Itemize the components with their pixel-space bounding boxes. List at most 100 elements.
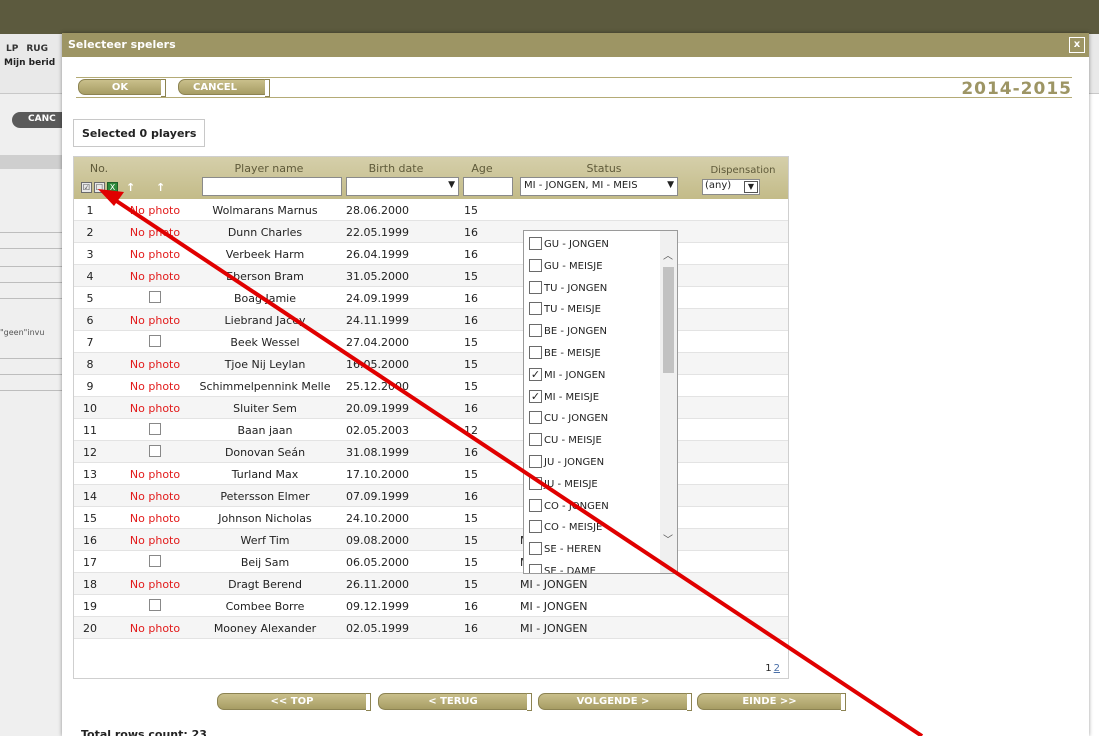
cancel-button[interactable]: CANCEL <box>178 79 270 97</box>
excel-icon[interactable]: X <box>107 182 118 193</box>
player-checkbox[interactable] <box>149 423 161 435</box>
dropdown-scrollbar[interactable]: ︿ ﹀ <box>660 231 677 573</box>
dispensation-filter[interactable]: (any) ▼ <box>702 179 760 195</box>
player-name-filter[interactable] <box>202 177 342 196</box>
check-all-icon[interactable]: ☑ <box>81 182 92 193</box>
dialog-titlebar[interactable]: Selecteer spelers x <box>62 33 1089 57</box>
photo-cell[interactable]: No photo <box>114 534 196 547</box>
photo-cell[interactable]: No photo <box>114 380 196 393</box>
page-link[interactable]: 2 <box>774 663 780 674</box>
photo-cell[interactable] <box>114 599 196 614</box>
table-row[interactable]: 15 No photo Johnson Nicholas 24.10.2000 15 <box>74 507 788 529</box>
photo-cell[interactable]: No photo <box>114 512 196 525</box>
player-checkbox[interactable] <box>149 555 161 567</box>
app-messages-link[interactable]: Mijn berid <box>4 58 55 68</box>
table-row[interactable]: 14 No photo Petersson Elmer 07.09.1999 16 <box>74 485 788 507</box>
table-row[interactable]: 20 No photo Mooney Alexander 02.05.1999 16 MI… <box>74 617 788 639</box>
next-button[interactable]: VOLGENDE > <box>538 693 692 711</box>
photo-cell[interactable]: No photo <box>114 270 196 283</box>
photo-cell[interactable]: No photo <box>114 578 196 591</box>
table-row[interactable]: 10 No photo Sluiter Sem 20.09.1999 16 <box>74 397 788 419</box>
status-option-checkbox[interactable] <box>529 542 542 556</box>
photo-cell[interactable]: No photo <box>114 490 196 503</box>
birth-date-filter[interactable]: ▼ <box>346 177 459 196</box>
table-row[interactable]: 3 No photo Verbeek Harm 26.04.1999 16 <box>74 243 788 265</box>
scrollbar-thumb[interactable] <box>663 267 674 373</box>
photo-cell[interactable]: No photo <box>114 402 196 415</box>
status-option-checkbox[interactable] <box>529 258 542 272</box>
app-cancel-button[interactable]: CANC <box>12 112 66 128</box>
status-option-checkbox[interactable] <box>529 498 542 512</box>
table-row[interactable]: 9 No photo Schimmelpennink Melle 25.12.2000… <box>74 375 788 397</box>
status-option-checkbox[interactable] <box>529 411 542 425</box>
table-row[interactable]: 8 No photo Tjoe Nij Leylan 16.05.2000 15 <box>74 353 788 375</box>
photo-cell[interactable] <box>114 423 196 438</box>
status-option-checkbox[interactable]: ✓ <box>529 389 542 403</box>
app-menu-item[interactable]: LP <box>6 44 18 54</box>
header-birth-date[interactable]: Birth date <box>346 162 446 175</box>
status-option-checkbox[interactable]: ✓ <box>529 367 542 381</box>
status-option-label: GU - JONGEN <box>544 239 609 250</box>
header-player-name[interactable]: Player name <box>199 162 339 175</box>
status-option-checkbox[interactable] <box>529 476 542 490</box>
photo-cell[interactable]: No photo <box>114 622 196 635</box>
end-button[interactable]: EINDE >> <box>697 693 846 711</box>
photo-cell[interactable] <box>114 335 196 350</box>
status-option-checkbox[interactable] <box>529 302 542 316</box>
status-option-checkbox[interactable] <box>529 433 542 447</box>
player-checkbox[interactable] <box>149 599 161 611</box>
age-filter[interactable] <box>463 177 513 196</box>
row-number: 16 <box>83 534 97 547</box>
player-checkbox[interactable] <box>149 291 161 303</box>
header-age[interactable]: Age <box>462 162 502 175</box>
table-row[interactable]: 11 Baan jaan 02.05.2003 12 <box>74 419 788 441</box>
scroll-up-icon[interactable]: ︿ <box>663 247 673 262</box>
photo-cell[interactable] <box>114 445 196 460</box>
table-row[interactable]: 16No photoWerf Tim09.08.200015MI - JONGE… <box>74 529 788 551</box>
status-option-checkbox[interactable] <box>529 520 542 534</box>
table-row[interactable]: 7 Beek Wessel 27.04.2000 15 <box>74 331 788 353</box>
status-dropdown[interactable]: GU - JONGEN GU - MEISJE TU - JONGEN TU - ME… <box>523 230 678 574</box>
back-button[interactable]: < TERUG <box>378 693 532 711</box>
table-row[interactable]: 4 No photo Eberson Bram 31.05.2000 15 <box>74 265 788 287</box>
table-row[interactable]: 1 No photo Wolmarans Marnus 28.06.2000 15 <box>74 199 788 221</box>
app-menu-item[interactable]: RUG <box>26 44 48 54</box>
table-row[interactable]: 18 No photo Dragt Berend 26.11.2000 15 MI - J… <box>74 573 788 595</box>
top-button[interactable]: << TOP <box>217 693 371 711</box>
table-row[interactable]: 5 Boag Jamie 24.09.1999 16 <box>74 287 788 309</box>
status-option-checkbox[interactable] <box>529 564 542 573</box>
photo-cell[interactable]: No photo <box>114 204 196 217</box>
status-option-checkbox[interactable] <box>529 324 542 338</box>
photo-cell[interactable] <box>114 555 196 570</box>
photo-cell[interactable]: No photo <box>114 226 196 239</box>
table-row[interactable]: 2 No photo Dunn Charles 22.05.1999 16 <box>74 221 788 243</box>
status-option-checkbox[interactable] <box>529 280 542 294</box>
photo-cell[interactable]: No photo <box>114 468 196 481</box>
table-row[interactable]: 6 No photo Liebrand Jacey 24.11.1999 16 <box>74 309 788 331</box>
sort-up-icon[interactable]: ↑ <box>126 181 135 194</box>
table-row[interactable]: 19 Combee Borre 09.12.1999 16 MI - JONGEN <box>74 595 788 617</box>
status-option-checkbox[interactable] <box>529 237 542 250</box>
scroll-down-icon[interactable]: ﹀ <box>663 531 673 546</box>
header-status[interactable]: Status <box>544 162 664 175</box>
row-number: 2 <box>86 226 94 239</box>
photo-cell[interactable]: No photo <box>114 314 196 327</box>
ok-button[interactable]: OK <box>78 79 166 97</box>
status-filter[interactable]: MI - JONGEN, MI - MEIS ▼ <box>520 177 678 196</box>
photo-cell[interactable] <box>114 291 196 306</box>
uncheck-all-icon[interactable]: ☐ <box>94 182 105 193</box>
table-row[interactable]: 13 No photo Turland Max 17.10.2000 15 <box>74 463 788 485</box>
photo-cell[interactable]: No photo <box>114 358 196 371</box>
status-option-checkbox[interactable] <box>529 455 542 468</box>
status-option-checkbox[interactable] <box>529 346 542 359</box>
header-dispensation[interactable]: Dispensation <box>698 165 788 176</box>
player-checkbox[interactable] <box>149 445 161 457</box>
app-divider <box>0 266 68 267</box>
close-icon[interactable]: x <box>1069 37 1085 53</box>
player-checkbox[interactable] <box>149 335 161 347</box>
photo-cell[interactable]: No photo <box>114 248 196 261</box>
table-row[interactable]: 12 Donovan Seán 31.08.1999 16 <box>74 441 788 463</box>
table-row[interactable]: 17Beij Sam06.05.200015MI - JONGEN <box>74 551 788 573</box>
sort-up-icon[interactable]: ↑ <box>156 181 165 194</box>
birth-date: 07.09.1999 <box>346 490 409 503</box>
